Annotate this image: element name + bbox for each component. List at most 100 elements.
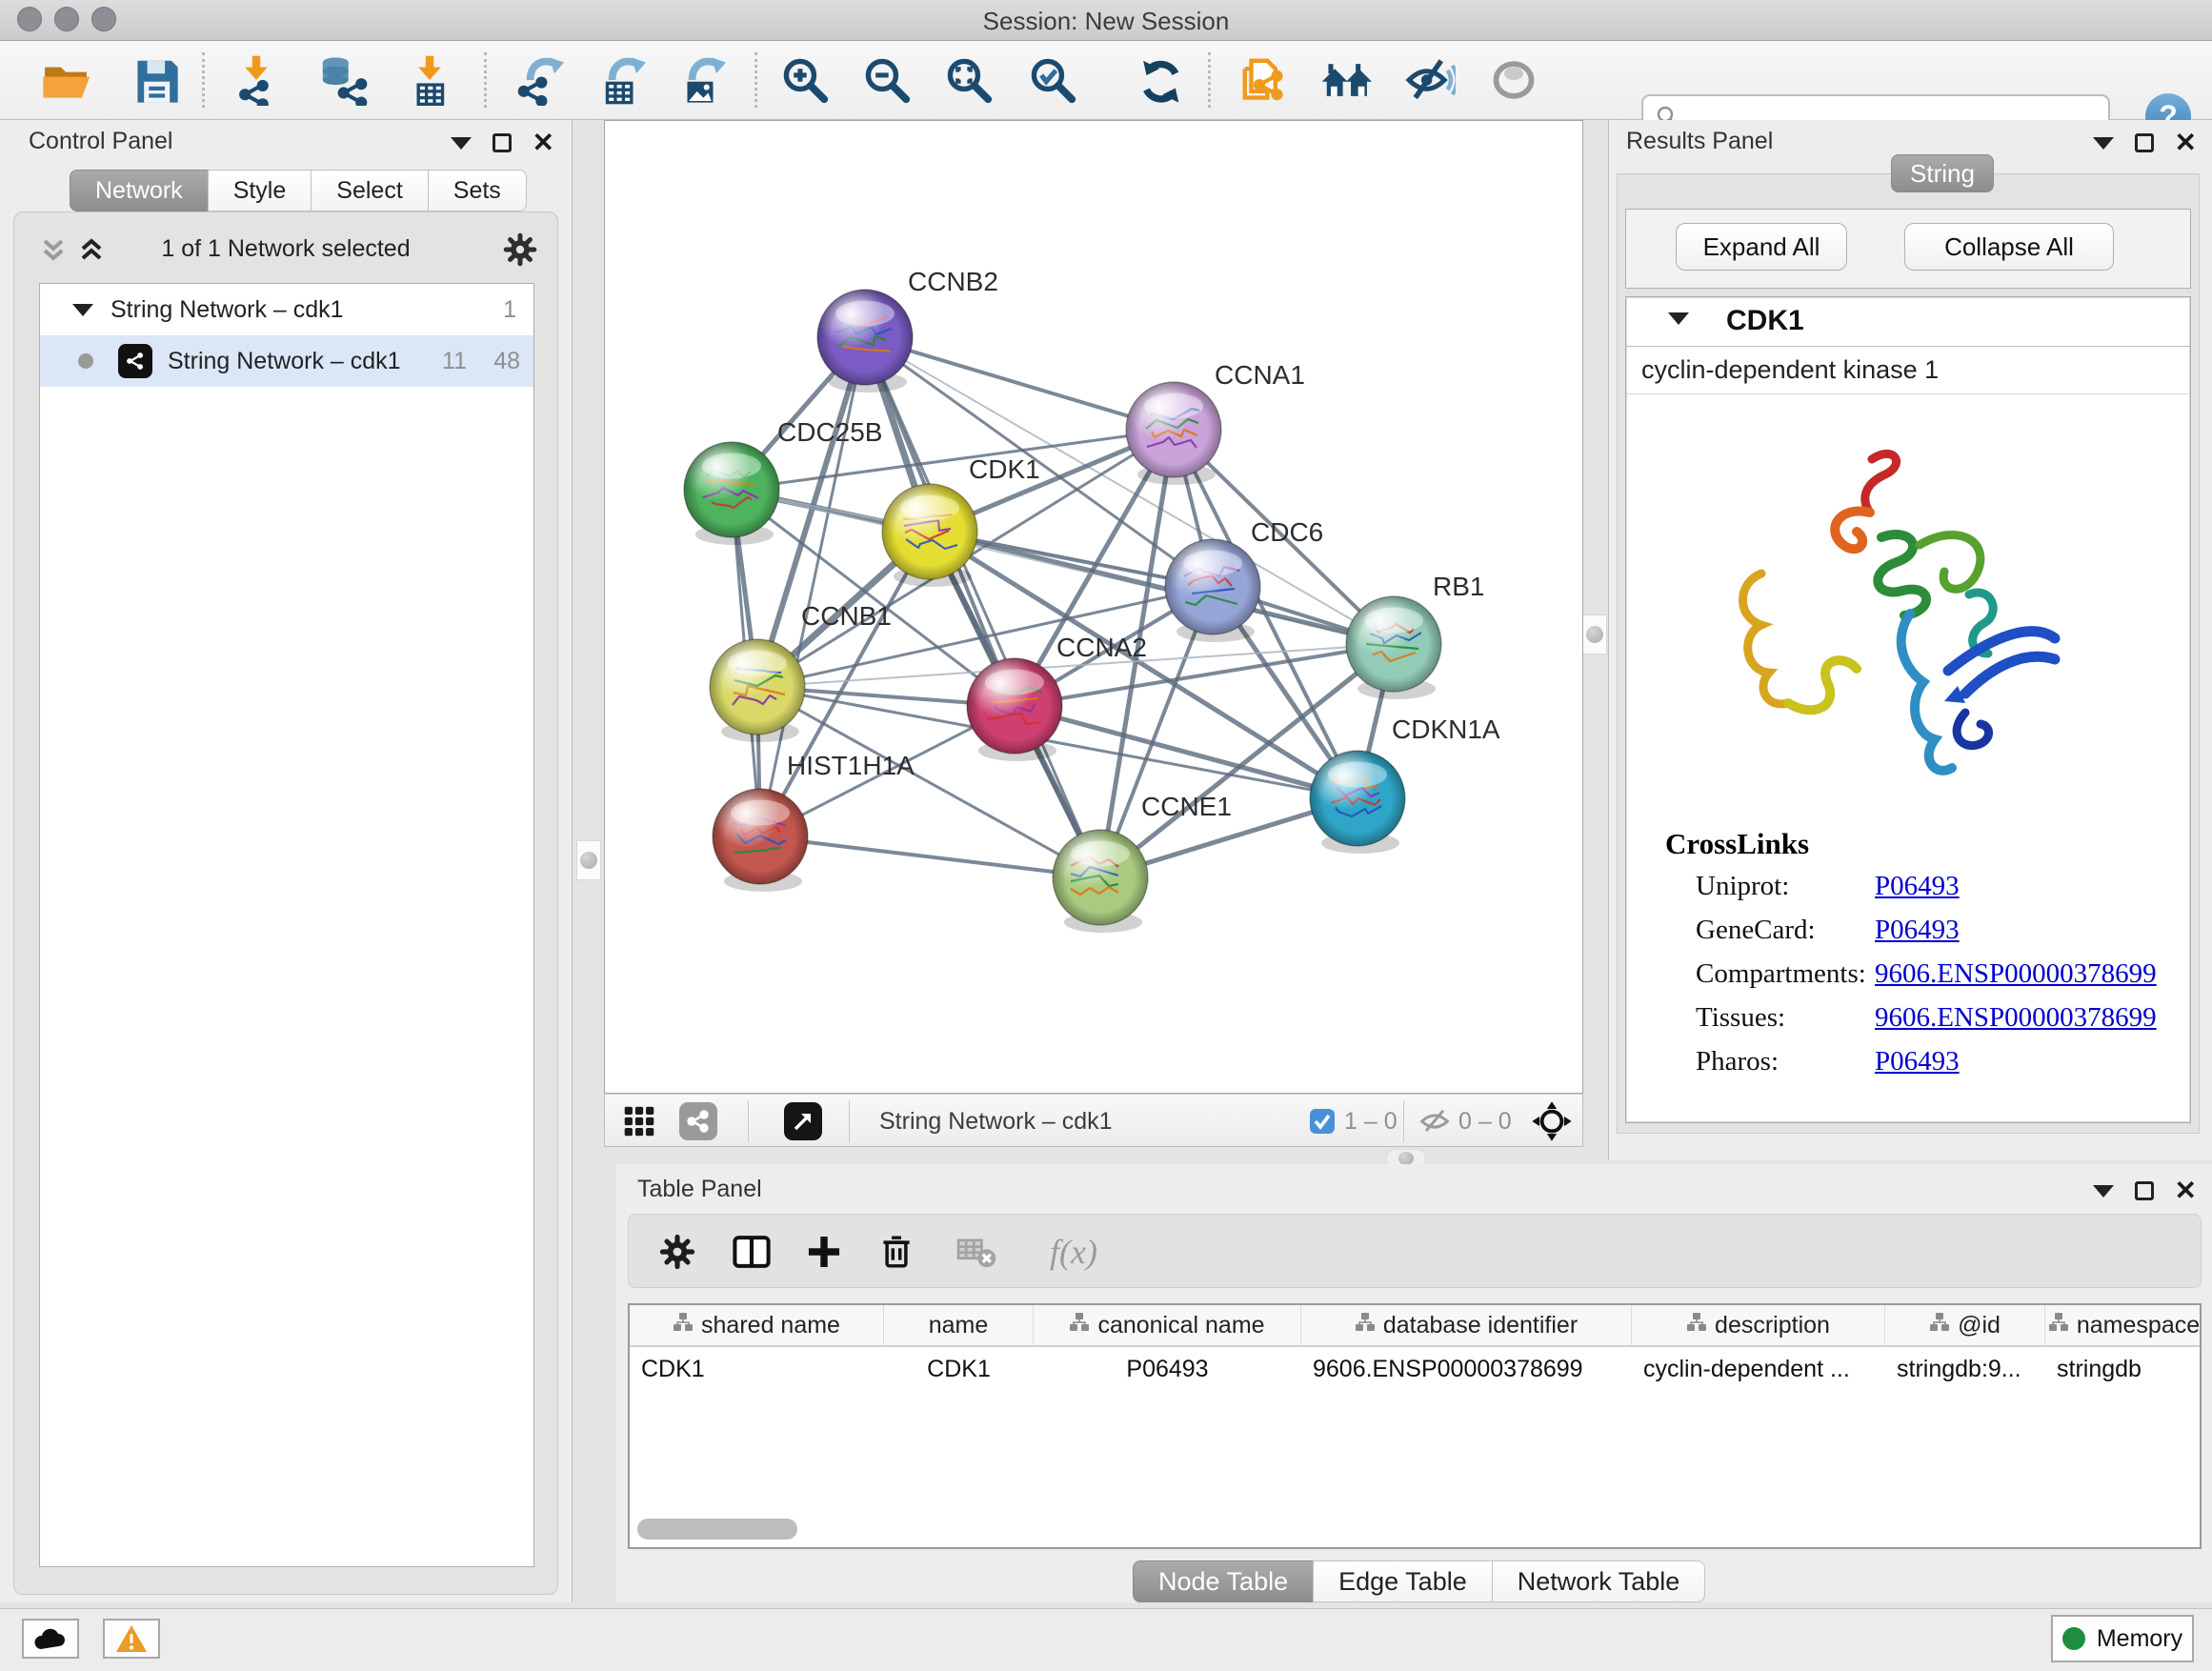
open-session-icon[interactable] bbox=[38, 52, 93, 108]
import-table-file-icon[interactable] bbox=[402, 52, 457, 108]
node-CDK1[interactable]: CDK1 bbox=[882, 454, 1040, 587]
selected-nodes-checkbox[interactable] bbox=[1308, 1102, 1337, 1140]
crosslink-row: Uniprot: P06493 bbox=[1626, 861, 2190, 905]
tab-node-table[interactable]: Node Table bbox=[1133, 1560, 1314, 1602]
node-CCNA1[interactable]: CCNA1 bbox=[1126, 360, 1305, 485]
crosslink-link[interactable]: P06493 bbox=[1875, 1046, 1960, 1077]
warning-icon bbox=[114, 1623, 149, 1654]
right-splitter-handle[interactable] bbox=[1582, 614, 1607, 654]
edge-CCNB2-CCNA1[interactable] bbox=[865, 337, 1174, 430]
cloud-button[interactable] bbox=[22, 1619, 79, 1659]
maximize-panel-icon[interactable] bbox=[2135, 1181, 2154, 1200]
tab-select[interactable]: Select bbox=[311, 170, 428, 211]
network-overview-share-icon[interactable] bbox=[679, 1102, 717, 1140]
node-CCNE1[interactable]: CCNE1 bbox=[1053, 792, 1232, 933]
network-view-toolbar: String Network – cdk1 1 – 0 0 – 0 bbox=[604, 1094, 1583, 1147]
column-header-name[interactable]: name bbox=[884, 1305, 1034, 1345]
hidden-elements-eye-icon bbox=[1417, 1102, 1453, 1140]
float-panel-icon[interactable] bbox=[451, 137, 472, 150]
save-session-icon[interactable] bbox=[128, 52, 183, 108]
gene-description: cyclin-dependent kinase 1 bbox=[1626, 347, 2190, 394]
show-columns-icon[interactable] bbox=[728, 1228, 775, 1276]
table-cell[interactable]: P06493 bbox=[1034, 1347, 1301, 1391]
crosslink-link[interactable]: 9606.ENSP00000378699 bbox=[1875, 958, 2157, 990]
column-header-namespace[interactable]: namespace bbox=[2045, 1305, 2202, 1345]
table-options-gear-icon[interactable] bbox=[654, 1228, 701, 1276]
fit-selected-crosshair-icon[interactable] bbox=[1531, 1102, 1573, 1140]
show-all-icon[interactable] bbox=[1486, 52, 1541, 108]
results-panel: Results Panel ✕ String Expand All Collap… bbox=[1608, 120, 2212, 1160]
table-row[interactable]: CDK1CDK1P064939606.ENSP00000378699cyclin… bbox=[630, 1347, 2200, 1391]
tab-string[interactable]: String bbox=[1891, 154, 1994, 192]
export-image-icon[interactable] bbox=[673, 52, 728, 108]
network-row[interactable]: String Network – cdk1 11 48 bbox=[40, 335, 533, 387]
warnings-button[interactable] bbox=[103, 1619, 160, 1659]
horizontal-scrollbar[interactable] bbox=[637, 1519, 797, 1540]
float-panel-icon[interactable] bbox=[2093, 137, 2114, 150]
column-header-database-identifier[interactable]: database identifier bbox=[1301, 1305, 1632, 1345]
column-header-@id[interactable]: @id bbox=[1885, 1305, 2045, 1345]
close-panel-icon[interactable]: ✕ bbox=[2175, 133, 2197, 152]
node-CCNB1[interactable]: CCNB1 bbox=[710, 601, 892, 742]
maximize-panel-icon[interactable] bbox=[2135, 133, 2154, 152]
collapse-collection-icon[interactable] bbox=[72, 304, 93, 316]
collapse-gene-icon[interactable] bbox=[1668, 312, 1689, 325]
column-header-shared-name[interactable]: shared name bbox=[630, 1305, 884, 1345]
node-CCNB2[interactable]: CCNB2 bbox=[817, 267, 998, 393]
control-panel: Control Panel ✕ NetworkStyleSelectSets 1… bbox=[0, 120, 573, 1602]
tab-style[interactable]: Style bbox=[208, 170, 312, 211]
crosslink-link[interactable]: P06493 bbox=[1875, 915, 1960, 946]
tab-network-table[interactable]: Network Table bbox=[1492, 1560, 1706, 1602]
close-panel-icon[interactable]: ✕ bbox=[2175, 1181, 2197, 1200]
table-cell[interactable]: CDK1 bbox=[884, 1347, 1034, 1391]
column-header-canonical-name[interactable]: canonical name bbox=[1034, 1305, 1301, 1345]
tab-network[interactable]: Network bbox=[70, 170, 209, 211]
string-network-graph[interactable]: CCNB2 CCNA1 CDC25B CDK1 CDC6 bbox=[605, 121, 1582, 1093]
delete-column-trash-icon[interactable] bbox=[873, 1228, 920, 1276]
edge-CDK1-RB1[interactable] bbox=[930, 532, 1394, 644]
refresh-icon[interactable] bbox=[1132, 52, 1187, 108]
node-RB1[interactable]: RB1 bbox=[1346, 572, 1484, 699]
left-splitter-handle[interactable] bbox=[576, 840, 601, 880]
import-network-database-icon[interactable] bbox=[314, 52, 370, 108]
column-header-description[interactable]: description bbox=[1632, 1305, 1885, 1345]
first-neighbors-icon[interactable] bbox=[1318, 52, 1374, 108]
network-canvas[interactable]: CCNB2 CCNA1 CDC25B CDK1 CDC6 bbox=[604, 120, 1583, 1094]
node-table[interactable]: shared namenamecanonical namedatabase id… bbox=[628, 1303, 2202, 1549]
tab-sets[interactable]: Sets bbox=[428, 170, 527, 211]
expand-all-button[interactable]: Expand All bbox=[1676, 223, 1847, 271]
node-CDC25B[interactable]: CDC25B bbox=[684, 417, 882, 545]
export-network-icon[interactable] bbox=[511, 52, 566, 108]
birdseye-grid-icon[interactable] bbox=[620, 1102, 658, 1140]
crosslink-link[interactable]: P06493 bbox=[1875, 871, 1960, 902]
network-collection-row[interactable]: String Network – cdk1 1 bbox=[40, 284, 533, 335]
node-label-CDKN1A: CDKN1A bbox=[1392, 715, 1500, 744]
crosslink-link[interactable]: 9606.ENSP00000378699 bbox=[1875, 1002, 2157, 1034]
zoom-selected-icon[interactable] bbox=[1025, 52, 1080, 108]
table-cell[interactable]: 9606.ENSP00000378699 bbox=[1301, 1347, 1632, 1391]
hide-selected-icon[interactable] bbox=[1402, 52, 1458, 108]
import-network-file-icon[interactable] bbox=[229, 52, 284, 108]
maximize-panel-icon[interactable] bbox=[493, 133, 512, 152]
node-CDKN1A[interactable]: CDKN1A bbox=[1310, 715, 1500, 854]
edge-HIST1H1A-CCNE1[interactable] bbox=[760, 836, 1100, 877]
tab-edge-table[interactable]: Edge Table bbox=[1313, 1560, 1493, 1602]
zoom-out-icon[interactable] bbox=[859, 52, 915, 108]
export-table-icon[interactable] bbox=[593, 52, 648, 108]
close-panel-icon[interactable]: ✕ bbox=[533, 133, 554, 152]
zoom-in-icon[interactable] bbox=[777, 52, 833, 108]
open-in-new-window-icon[interactable] bbox=[784, 1102, 822, 1140]
zoom-fit-content-icon[interactable] bbox=[941, 52, 996, 108]
node-HIST1H1A[interactable]: HIST1H1A bbox=[713, 751, 915, 892]
table-cell[interactable]: stringdb bbox=[2045, 1347, 2202, 1391]
table-cell[interactable]: cyclin-dependent ... bbox=[1632, 1347, 1885, 1391]
create-column-plus-icon[interactable] bbox=[800, 1228, 848, 1276]
network-options-gear-icon[interactable] bbox=[500, 230, 540, 274]
table-cell[interactable]: stringdb:9... bbox=[1885, 1347, 2045, 1391]
table-cell[interactable]: CDK1 bbox=[630, 1347, 884, 1391]
edge-CCNB2-CCNE1[interactable] bbox=[865, 337, 1100, 877]
memory-button[interactable]: Memory bbox=[2051, 1615, 2194, 1662]
collapse-all-button[interactable]: Collapse All bbox=[1904, 223, 2114, 271]
float-panel-icon[interactable] bbox=[2093, 1185, 2114, 1198]
new-network-from-selection-icon[interactable] bbox=[1237, 52, 1292, 108]
